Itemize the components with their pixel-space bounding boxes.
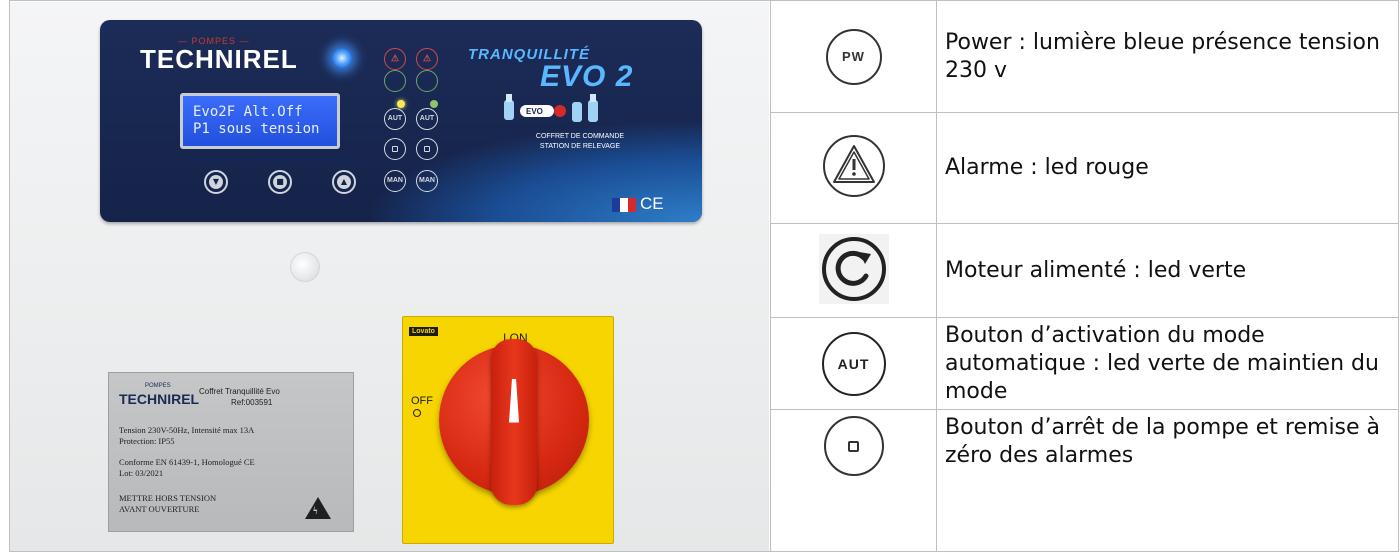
icon-cell-stop [770,409,937,552]
plate-line-1: Tension 230V-50Hz, Intensité max 13A [119,424,255,435]
aut-led-1 [397,99,405,108]
aut-button-2[interactable]: AUT [416,107,438,130]
main-switch[interactable]: Lovato I ON OFF [402,315,614,544]
switch-brand-label: Lovato [409,326,438,336]
switch-off-label: OFF [411,394,433,407]
switch-handle[interactable] [491,338,537,505]
plate-brand: POMPES TECHNIREL [119,383,200,407]
desc-auto: Bouton d’activation du mode automatique … [936,317,1399,410]
icon-cell-motor [770,223,937,318]
rating-plate: POMPES TECHNIREL Coffret Tranquillité Ev… [108,371,354,532]
aut-button-1[interactable]: AUT [384,107,406,130]
down-arrow-icon: ▼ [209,174,223,189]
motor-led-2 [416,69,438,92]
plate-ref: Ref:003591 [231,397,273,407]
man-button-2-label: MAN [419,177,435,184]
french-flag-icon [612,197,636,212]
control-box-photo: — POMPES — TECHNIREL ⚠ ⚠ AUT AUT MAN MAN… [10,1,769,551]
stop-square-icon [424,145,430,152]
alarm-led-1: ⚠ [384,47,406,70]
icon-cell-alarm [770,112,937,224]
plate-title: Coffret Tranquillité Evo [199,386,280,396]
aut-led-2 [430,99,438,108]
product-subtitle-line-1: COFFRET DE COMMANDE [535,132,625,140]
plate-brand-text: TECHNIREL [119,390,200,407]
lcd-line-2: P1 sous tension [193,120,320,137]
motor-led-1 [384,69,406,92]
man-button-1-label: MAN [387,177,403,184]
electrical-hazard-icon [305,496,331,519]
plate-line-4: Lot: 03/2021 [119,467,164,478]
desc-power: Power : lumière bleue présence tension 2… [936,0,1399,113]
auto-mode-icon: AUT [821,331,886,396]
lightning-bolt-icon: ϟ [313,505,318,517]
down-button[interactable]: ▼ [204,169,228,194]
alarm-warning-icon [822,135,885,197]
lcd-line-1: Evo2F Alt.Off [193,103,303,120]
motor-rotation-icon [818,233,889,304]
plate-line-5: METTRE HORS TENSION [119,492,217,503]
product-subtitle: COFFRET DE COMMANDE STATION DE RELEVAGE [520,132,640,152]
product-badge-text: EVO [526,107,543,116]
power-icon: PW [825,28,882,85]
aut-button-2-label: AUT [419,115,435,122]
power-led [332,47,352,68]
pump-illustration-icon: EVO [504,93,598,122]
stop-square-icon [392,145,398,152]
up-arrow-icon: ▲ [337,174,351,189]
product-subtitle-line-2: STATION DE RELEVAGE [539,142,621,150]
alarm-led-2: ⚠ [416,47,438,70]
stop-button-icon [823,416,884,476]
desc-motor: Moteur alimenté : led verte [936,223,1399,318]
control-panel: — POMPES — TECHNIREL ⚠ ⚠ AUT AUT MAN MAN… [100,19,702,222]
man-button-1[interactable]: MAN [384,169,406,192]
instruction-table: — POMPES — TECHNIREL ⚠ ⚠ AUT AUT MAN MAN… [9,0,1399,552]
stop-button-2[interactable] [416,137,438,160]
brand-logo-small: — POMPES — [178,35,250,46]
desc-alarm: Alarme : led rouge [936,112,1399,224]
switch-indicator-mark [509,378,519,423]
switch-off-mark [413,408,421,417]
stop-square-icon [848,440,859,452]
brand-logo-text: TECHNIREL [140,43,298,74]
desc-stop: Bouton d’arrêt de la pompe et remise à z… [936,409,1399,552]
icon-cell-auto: AUT [770,317,937,410]
square-icon: ■ [273,174,287,189]
plate-line-3: Conforme EN 61439-1, Homologué CE [119,456,255,467]
panel-hole [290,251,320,282]
brand-logo: — POMPES — TECHNIREL [140,35,298,75]
switch-dial[interactable] [439,338,589,505]
ce-mark: CE [640,193,664,213]
icon-cell-power: PW [770,0,937,113]
photo-cell: — POMPES — TECHNIREL ⚠ ⚠ AUT AUT MAN MAN… [9,0,771,552]
lcd-display: Evo2F Alt.Off P1 sous tension [180,92,340,149]
aut-button-1-label: AUT [387,115,403,122]
man-button-2[interactable]: MAN [416,169,438,192]
select-button[interactable]: ■ [268,169,292,194]
plate-line-6: AVANT OUVERTURE [119,503,200,514]
up-button[interactable]: ▲ [332,169,356,194]
stop-button-1[interactable] [384,137,406,160]
plate-brand-small: POMPES [145,382,171,389]
product-name-line-2: EVO 2 [540,59,634,93]
plate-line-2: Protection: IP55 [119,435,175,446]
